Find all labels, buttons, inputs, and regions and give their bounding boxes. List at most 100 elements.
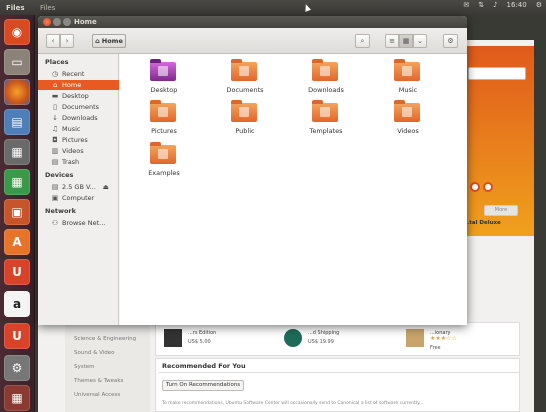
amazon-icon[interactable]: a: [4, 291, 30, 317]
breadcrumb-label: Home: [101, 37, 123, 45]
ubuntu-one-icon[interactable]: U: [4, 259, 30, 285]
folder-icon: [394, 59, 420, 81]
forward-arrow-icon: ›: [65, 37, 69, 45]
app-tile-price: US$ 5.00: [188, 339, 211, 345]
folder-videos[interactable]: Videos: [378, 95, 438, 139]
sidebar-item-recent[interactable]: ◷ Recent: [38, 69, 119, 79]
app-tile-icon[interactable]: [284, 329, 302, 347]
view-options-button[interactable]: ⌄: [413, 34, 427, 48]
app-tile-icon[interactable]: [406, 329, 424, 347]
window-title: Home: [74, 18, 97, 26]
app-name[interactable]: Files: [0, 4, 40, 12]
category-item[interactable]: Themes & Tweaks: [74, 378, 123, 384]
chevron-down-icon: ⌄: [417, 37, 423, 45]
minimize-icon[interactable]: [53, 18, 61, 26]
workspace-icon[interactable]: ▦: [4, 385, 30, 411]
calc-icon[interactable]: ▦: [4, 169, 30, 195]
folder-documents[interactable]: Documents: [215, 54, 275, 98]
folder-label: Pictures: [151, 127, 177, 135]
network-heading: Network: [45, 207, 76, 215]
more-button[interactable]: More: [484, 205, 518, 216]
forward-button[interactable]: ›: [60, 34, 74, 48]
breadcrumb-home[interactable]: ⌂ Home: [92, 34, 126, 48]
toolbar: ‹ › ⌂ Home ⌕ ≡ ▦ ⌄ ⚙: [38, 28, 467, 54]
sidebar-item-label: Desktop: [62, 92, 89, 100]
folder-icon: [231, 59, 257, 81]
folder-public[interactable]: Public: [215, 95, 275, 139]
sidebar-item-label: Trash: [62, 158, 80, 166]
folder-templates[interactable]: Templates: [296, 95, 356, 139]
ubuntu-one-music-icon[interactable]: U: [4, 323, 30, 349]
list-icon: ≡: [389, 37, 395, 45]
list-view-button[interactable]: ≡: [385, 34, 399, 48]
category-item[interactable]: Sound & Video: [74, 350, 115, 356]
close-icon[interactable]: [43, 18, 51, 26]
impress-icon[interactable]: ▣: [4, 199, 30, 225]
mail-icon[interactable]: ✉: [463, 1, 469, 9]
sidebar-item-computer[interactable]: ▣ Computer: [38, 193, 119, 203]
sidebar-item-videos[interactable]: ▥ Videos: [38, 146, 119, 156]
folder-icon: [231, 100, 257, 122]
featured-app-name[interactable]: ...tal Deluxe: [463, 220, 501, 226]
sidebar-item-downloads[interactable]: ↓ Downloads: [38, 113, 119, 123]
writer-icon[interactable]: ▤: [4, 109, 30, 135]
category-item[interactable]: Science & Engineering: [74, 336, 136, 342]
folder-label: Downloads: [308, 86, 344, 94]
back-button[interactable]: ‹: [46, 34, 60, 48]
sidebar-item-pictures[interactable]: ◘ Pictures: [38, 135, 119, 145]
sound-icon[interactable]: ♪: [493, 1, 497, 9]
sidebar-item-desktop[interactable]: ▬ Desktop: [38, 91, 119, 101]
title-bar[interactable]: Home: [38, 16, 467, 28]
software-search-input[interactable]: [468, 67, 526, 80]
firefox-icon[interactable]: [4, 79, 30, 105]
network-status-icon[interactable]: ⇅: [478, 1, 484, 9]
dash-icon[interactable]: ◉: [4, 19, 30, 45]
clock-icon: ◷: [51, 70, 59, 78]
folder-examples[interactable]: Examples: [134, 137, 194, 181]
drive-icon: ▤: [51, 183, 59, 191]
grid-view-button[interactable]: ▦: [399, 34, 413, 48]
eject-icon[interactable]: ⏏: [103, 183, 109, 191]
app-tile-name[interactable]: ...d Shipping: [308, 330, 339, 336]
sidebar-item-label: Pictures: [62, 136, 88, 144]
folder-pictures[interactable]: Pictures: [134, 95, 194, 139]
settings-icon[interactable]: ⚙: [4, 355, 30, 381]
search-button[interactable]: ⌕: [355, 34, 370, 48]
app-tile-name[interactable]: ...rs Edition: [188, 330, 216, 336]
music-icon: ♫: [51, 125, 59, 133]
folder-icon: [394, 100, 420, 122]
sidebar-item-label: Downloads: [62, 114, 98, 122]
settings-button[interactable]: ⚙: [443, 34, 458, 48]
folder-downloads[interactable]: Downloads: [296, 54, 356, 98]
search-icon: ⌕: [360, 36, 365, 45]
app-tile-price: Free: [430, 345, 441, 351]
sidebar-item-music[interactable]: ♫ Music: [38, 124, 119, 134]
clock[interactable]: 16:40: [507, 1, 527, 9]
sidebar-item-browse-network[interactable]: ⚇ Browse Net...: [38, 218, 119, 228]
sidebar-item-home[interactable]: ⌂ Home: [38, 80, 119, 90]
folder-label: Desktop: [150, 86, 178, 94]
app-tile-icon[interactable]: [164, 329, 182, 347]
film-icon: ▥: [51, 147, 59, 155]
folder-label: Templates: [309, 127, 343, 135]
category-item[interactable]: Universal Access: [74, 392, 120, 398]
category-item[interactable]: System: [74, 364, 95, 370]
sidebar-item-label: 2.5 GB V...: [62, 183, 96, 191]
sidebar-item-trash[interactable]: ▤ Trash: [38, 157, 119, 167]
files-window: Home ‹ › ⌂ Home ⌕ ≡ ▦ ⌄ ⚙ Places ◷ Recent…: [38, 16, 467, 325]
maximize-icon[interactable]: [63, 18, 71, 26]
files-icon[interactable]: ▭: [4, 49, 30, 75]
media-icon[interactable]: ▦: [4, 139, 30, 165]
sidebar-item-documents[interactable]: ▯ Documents: [38, 102, 119, 112]
software-center-icon[interactable]: A: [4, 229, 30, 255]
sidebar-item-volume[interactable]: ▤ 2.5 GB V... ⏏: [38, 182, 119, 192]
home-icon: ⌂: [95, 37, 100, 45]
gear-icon[interactable]: ⚙: [536, 1, 542, 9]
folder-icon: [150, 59, 176, 81]
carousel-prev-icon[interactable]: [470, 182, 480, 192]
folder-desktop[interactable]: Desktop: [134, 54, 194, 98]
app-menu-hint[interactable]: Files: [40, 4, 55, 12]
recommendations-button[interactable]: Turn On Recommendations: [162, 380, 245, 391]
folder-music[interactable]: Music: [378, 54, 438, 98]
carousel-next-icon[interactable]: [483, 182, 493, 192]
